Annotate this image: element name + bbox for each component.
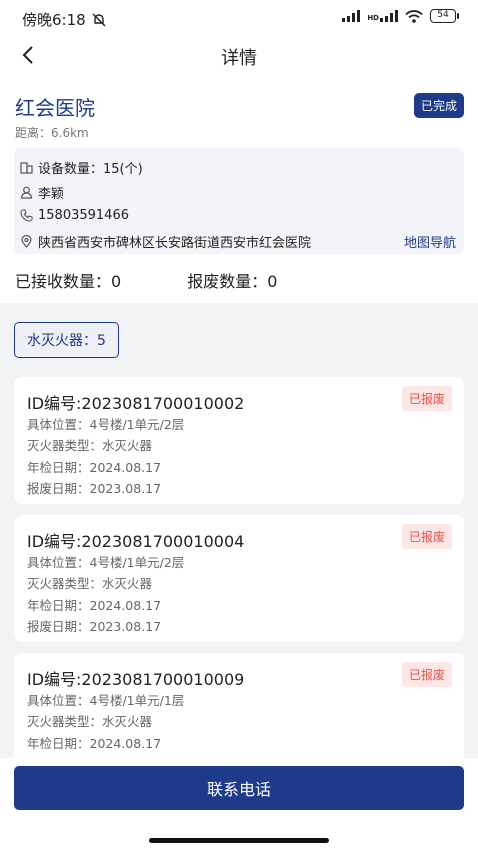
address-row: 陕西省西安市碑林区长安路街道西安市红会医院 [20,232,311,251]
card-scrap-date: 报废日期：2023.08.17 [27,481,162,496]
signal-icon [380,10,398,22]
map-navigation-link[interactable]: 地图导航 [404,232,456,251]
received-count: 已接收数量：0 [15,272,122,291]
scrapped-badge: 已报废 [401,524,452,549]
card-type: 灭火器类型：水灭火器 [27,714,153,729]
bell-off-icon [92,13,106,27]
contact-phone-button[interactable]: 联系电话 [14,766,464,810]
battery-icon: 54 [430,9,459,23]
card-id: ID编号:2023081700010002 [27,394,245,413]
extinguisher-card[interactable]: ID编号:2023081700010002 已报废 具体位置：4号楼/1单元/2… [14,377,464,504]
card-id: ID编号:2023081700010004 [27,532,245,551]
page-title: 详情 [221,48,257,69]
status-time: 傍晚6:18 [22,9,106,30]
card-location: 具体位置：4号楼/1单元/1层 [27,693,185,708]
phone-row: 15803591466 [20,208,129,223]
card-type: 灭火器类型：水灭火器 [27,576,153,591]
card-scrap-date: 报废日期：2023.08.17 [27,619,162,634]
card-inspect-date: 年检日期：2024.08.17 [27,736,162,751]
device-count-row: 设备数量：15(个) [20,158,143,177]
distance-text: 距离：6.6km [15,126,89,140]
address: 陕西省西安市碑林区长安路街道西安市红会医院 [38,236,312,251]
card-id: ID编号:2023081700010009 [27,670,245,689]
scrapped-badge: 已报废 [401,386,452,411]
status-badge: 已完成 [413,93,464,118]
person-icon [20,186,33,199]
contact-name: 李颖 [38,187,65,202]
card-type: 灭火器类型：水灭火器 [27,438,153,453]
home-indicator [149,838,329,843]
wifi-icon [405,9,423,23]
phone-number[interactable]: 15803591466 [38,208,129,223]
device-count: 设备数量：15(个) [38,162,143,177]
network-label: HD [367,14,379,22]
navbar: 详情 [0,36,478,76]
scrapped-badge: 已报废 [401,662,452,687]
device-icon [20,162,33,174]
hospital-name: 红会医院 [15,96,95,120]
status-bar: 傍晚6:18 HD 54 [0,0,478,36]
info-box: 设备数量：15(个) 李颖 15803591466 陕西省西安市碑林区长安路街道… [14,148,464,254]
card-location: 具体位置：4号楼/1单元/2层 [27,417,185,432]
card-location: 具体位置：4号楼/1单元/2层 [27,555,185,570]
signal-icon [342,10,361,22]
phone-icon [20,209,33,222]
extinguisher-type-chip[interactable]: 水灭火器：5 [14,322,119,358]
contact-row: 李颖 [20,183,64,202]
location-pin-icon [21,235,32,248]
counts-row: 已接收数量：0 报废数量：0 [15,268,277,292]
card-inspect-date: 年检日期：2024.08.17 [27,598,162,613]
status-icons: HD 54 [342,9,459,23]
extinguisher-card[interactable]: ID编号:2023081700010004 已报废 具体位置：4号楼/1单元/2… [14,515,464,642]
card-inspect-date: 年检日期：2024.08.17 [27,460,162,475]
scrapped-count: 报废数量：0 [187,272,278,291]
